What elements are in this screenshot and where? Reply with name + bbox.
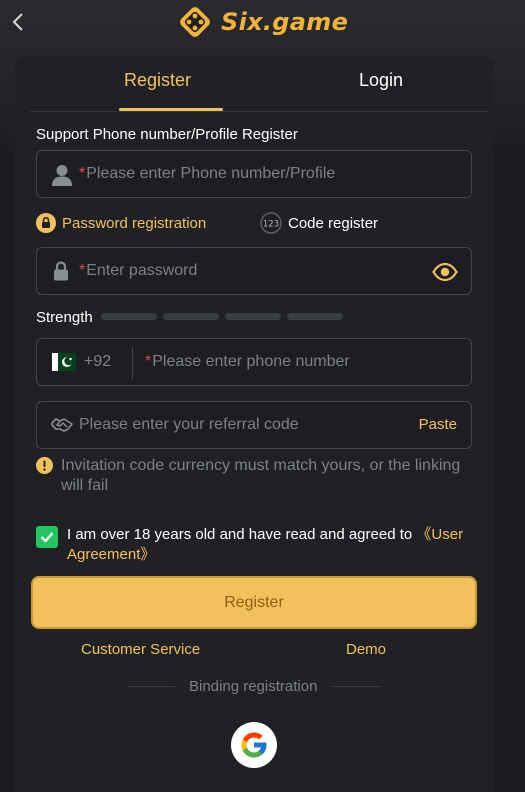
strength-segment (287, 313, 343, 320)
eye-icon[interactable] (432, 263, 458, 281)
top-bar: Six.game (0, 0, 525, 48)
active-tab-indicator (119, 108, 223, 111)
binding-divider-left (127, 686, 175, 687)
google-login-button[interactable] (231, 722, 277, 768)
strength-segment (101, 313, 157, 320)
tab-register[interactable]: Register (124, 70, 191, 91)
referral-code-input[interactable]: Please enter your referral code Paste (36, 401, 472, 449)
strength-label: Strength (36, 309, 93, 326)
password-registration-label: Password registration (62, 214, 207, 232)
svg-text:123: 123 (263, 220, 279, 230)
agreement-row: I am over 18 years old and have read and… (36, 525, 476, 565)
phone-profile-input[interactable]: *Please enter Phone number/Profile (36, 150, 472, 198)
auth-tabs: Register Login (30, 56, 488, 112)
back-chevron-icon (12, 13, 23, 31)
lock-badge-icon (36, 213, 56, 233)
country-divider (132, 347, 133, 379)
phone-profile-placeholder: *Please enter Phone number/Profile (79, 165, 336, 182)
warning-icon (36, 457, 53, 474)
logo-text: Six.game (221, 8, 349, 36)
lock-icon (54, 261, 68, 281)
agreement-text: I am over 18 years old and have read and… (67, 526, 464, 563)
strength-segment (163, 313, 219, 320)
phone-number-input[interactable]: +92 *Please enter phone number (36, 338, 472, 386)
user-icon (52, 165, 72, 186)
invitation-notice: Invitation code currency must match your… (36, 456, 466, 496)
tab-login[interactable]: Login (359, 70, 403, 91)
code-register-option[interactable]: 123 Code register (260, 212, 378, 234)
customer-service-link[interactable]: Customer Service (81, 641, 200, 658)
handshake-icon (51, 418, 73, 432)
agreement-checkbox[interactable] (36, 526, 58, 548)
logo: Six.game (175, 2, 348, 42)
strength-segment (225, 313, 281, 320)
password-placeholder: *Enter password (79, 262, 198, 279)
register-button[interactable]: Register (31, 576, 477, 629)
country-code: +92 (84, 353, 112, 370)
phone-number-placeholder: *Please enter phone number (145, 353, 350, 370)
check-icon (40, 532, 54, 543)
country-selector[interactable]: +92 (37, 339, 132, 385)
pakistan-flag-icon (52, 353, 76, 371)
binding-divider-right (333, 686, 381, 687)
password-input[interactable]: *Enter password (36, 247, 472, 295)
phone-profile-label: Support Phone number/Profile Register (36, 126, 298, 143)
number-badge-icon: 123 (260, 212, 282, 234)
demo-link[interactable]: Demo (346, 641, 386, 658)
back-button[interactable] (6, 8, 30, 36)
password-registration-option[interactable]: Password registration (36, 212, 206, 234)
google-icon (241, 732, 267, 758)
referral-code-placeholder: Please enter your referral code (79, 416, 299, 433)
notice-text: Invitation code currency must match your… (61, 457, 461, 494)
paste-button[interactable]: Paste (419, 416, 457, 433)
binding-registration-label: Binding registration (189, 678, 318, 695)
logo-icon (180, 7, 210, 37)
code-register-label: Code register (288, 214, 379, 232)
